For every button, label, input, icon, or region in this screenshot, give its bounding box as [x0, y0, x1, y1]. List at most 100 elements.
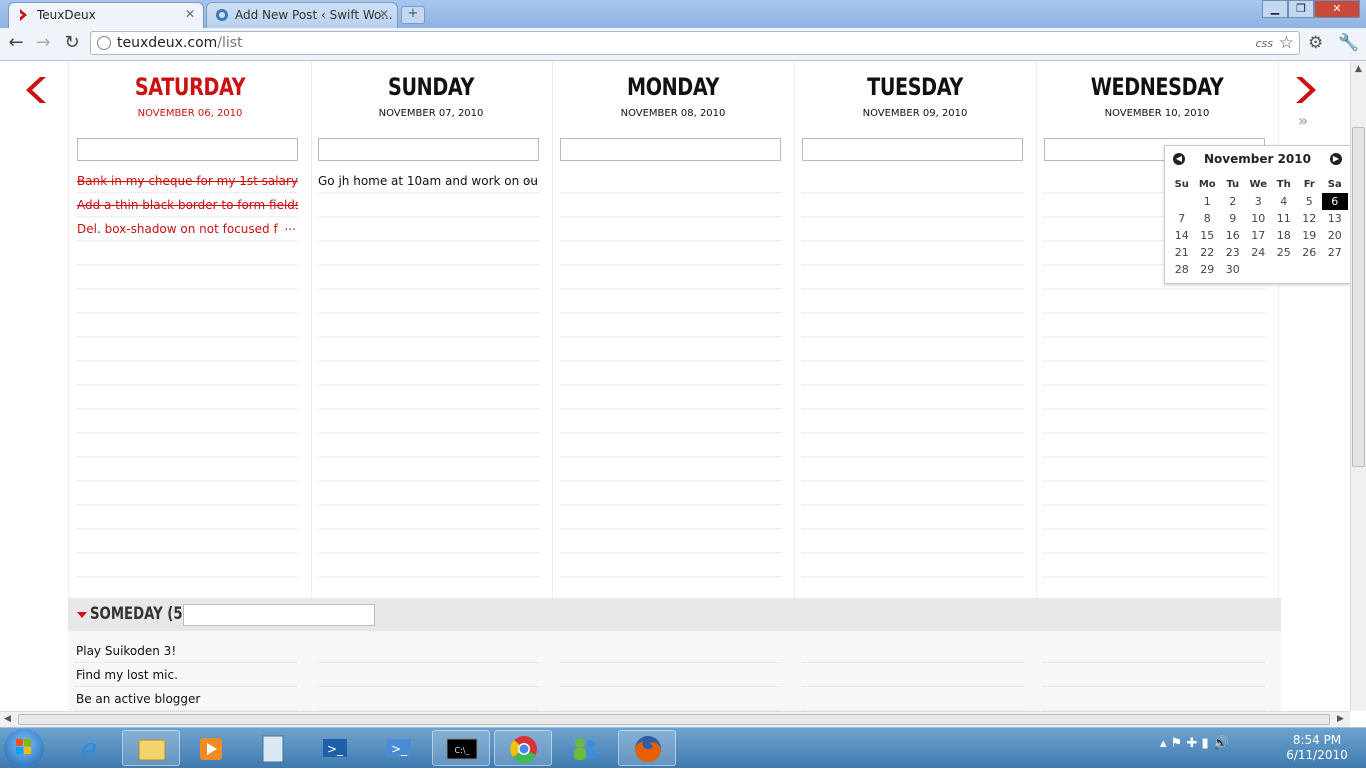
empty-todo-line[interactable]: [802, 313, 1023, 337]
empty-todo-line[interactable]: [802, 265, 1023, 289]
maximize-button[interactable]: ❐: [1288, 0, 1314, 18]
empty-todo-line[interactable]: [560, 313, 781, 337]
scroll-right-icon[interactable]: ▶: [1337, 714, 1344, 724]
empty-todo-line[interactable]: [560, 457, 781, 481]
someday-item[interactable]: Play Suikoden 3!: [76, 639, 297, 663]
empty-todo-line[interactable]: [802, 289, 1023, 313]
empty-someday-line[interactable]: [1044, 639, 1265, 663]
internet-explorer-icon[interactable]: e: [60, 730, 118, 766]
new-todo-input[interactable]: [802, 138, 1023, 161]
calendar-day[interactable]: 14: [1169, 227, 1195, 244]
empty-todo-line[interactable]: [77, 361, 298, 385]
calendar-day[interactable]: 19: [1297, 227, 1323, 244]
calendar-day[interactable]: 28: [1169, 261, 1195, 278]
empty-todo-line[interactable]: [1044, 529, 1265, 553]
system-clock[interactable]: 8:54 PM 6/11/2010: [1282, 733, 1352, 763]
empty-todo-line[interactable]: [560, 553, 781, 577]
empty-todo-line[interactable]: [318, 337, 539, 361]
start-button[interactable]: [4, 729, 44, 767]
todo-item[interactable]: Go jh home at 10am and work on ou...: [318, 169, 539, 193]
new-tab-button[interactable]: +: [401, 6, 425, 24]
messenger-icon[interactable]: [556, 730, 614, 766]
empty-someday-line[interactable]: [1044, 663, 1265, 687]
empty-someday-line[interactable]: [802, 639, 1023, 663]
calendar-day[interactable]: 6: [1322, 193, 1348, 210]
calendar-day[interactable]: 8: [1195, 210, 1221, 227]
css-badge[interactable]: css: [1255, 37, 1273, 50]
empty-todo-line[interactable]: [802, 361, 1023, 385]
empty-todo-line[interactable]: [77, 481, 298, 505]
empty-todo-line[interactable]: [318, 217, 539, 241]
calendar-day[interactable]: 10: [1246, 210, 1272, 227]
empty-someday-line[interactable]: [318, 663, 539, 687]
empty-todo-line[interactable]: [802, 169, 1023, 193]
calendar-day[interactable]: 27: [1322, 244, 1348, 261]
tab-add-new-post[interactable]: Add New Post ‹ Swift Wo... ✕: [206, 2, 398, 28]
empty-someday-line[interactable]: [318, 639, 539, 663]
calendar-day[interactable]: 23: [1220, 244, 1246, 261]
new-todo-input[interactable]: [318, 138, 539, 161]
calendar-day[interactable]: 2: [1220, 193, 1246, 210]
explorer-folder-icon[interactable]: [122, 730, 180, 766]
todo-item[interactable]: Del. box-shadow on not focused f...: [77, 217, 298, 241]
previous-days-arrow-icon[interactable]: [24, 75, 50, 105]
empty-todo-line[interactable]: [318, 505, 539, 529]
horizontal-scrollbar[interactable]: ◀ ▶: [0, 711, 1350, 727]
empty-todo-line[interactable]: [318, 241, 539, 265]
bookmark-star-icon[interactable]: ☆: [1279, 33, 1294, 53]
empty-todo-line[interactable]: [318, 481, 539, 505]
address-bar[interactable]: teuxdeux.com/list css ☆: [90, 31, 1300, 55]
back-icon[interactable]: ←: [6, 33, 26, 53]
empty-todo-line[interactable]: [77, 553, 298, 577]
extension-gear-icon[interactable]: ⚙: [1308, 33, 1323, 53]
calendar-day[interactable]: 5: [1297, 193, 1323, 210]
empty-todo-line[interactable]: [77, 385, 298, 409]
todo-item[interactable]: Bank in my cheque for my 1st salary!: [77, 169, 298, 193]
empty-todo-line[interactable]: [1044, 409, 1265, 433]
empty-todo-line[interactable]: [77, 529, 298, 553]
empty-todo-line[interactable]: [1044, 337, 1265, 361]
scroll-left-icon[interactable]: ◀: [4, 714, 11, 724]
empty-todo-line[interactable]: [802, 409, 1023, 433]
chrome-icon[interactable]: [494, 730, 552, 766]
someday-item[interactable]: Find my lost mic.: [76, 663, 297, 687]
empty-todo-line[interactable]: [318, 433, 539, 457]
calendar-next-month-icon[interactable]: ▶: [1330, 153, 1342, 165]
forward-icon[interactable]: →: [33, 33, 53, 53]
empty-todo-line[interactable]: [1044, 385, 1265, 409]
empty-todo-line[interactable]: [802, 529, 1023, 553]
todo-more-ellipsis[interactable]: ...: [526, 169, 537, 190]
new-todo-input[interactable]: [77, 138, 298, 161]
notepad-icon[interactable]: [244, 730, 302, 766]
empty-todo-line[interactable]: [560, 481, 781, 505]
calendar-day[interactable]: 15: [1195, 227, 1221, 244]
empty-todo-line[interactable]: [802, 433, 1023, 457]
calendar-day[interactable]: 18: [1271, 227, 1297, 244]
calendar-day[interactable]: 4: [1271, 193, 1297, 210]
empty-todo-line[interactable]: [560, 241, 781, 265]
next-days-arrow-icon[interactable]: [1292, 75, 1318, 105]
empty-todo-line[interactable]: [318, 385, 539, 409]
vertical-scroll-thumb[interactable]: [1352, 127, 1365, 467]
empty-todo-line[interactable]: [77, 433, 298, 457]
empty-todo-line[interactable]: [77, 505, 298, 529]
someday-item[interactable]: Be an active blogger: [76, 687, 297, 711]
empty-todo-line[interactable]: [560, 289, 781, 313]
calendar-day[interactable]: 20: [1322, 227, 1348, 244]
empty-todo-line[interactable]: [802, 193, 1023, 217]
empty-todo-line[interactable]: [560, 337, 781, 361]
empty-todo-line[interactable]: [77, 457, 298, 481]
empty-todo-line[interactable]: [560, 385, 781, 409]
tab-close-icon[interactable]: ✕: [379, 7, 389, 21]
empty-todo-line[interactable]: [1044, 289, 1265, 313]
reload-icon[interactable]: ↻: [62, 33, 82, 53]
empty-todo-line[interactable]: [802, 481, 1023, 505]
system-tray[interactable]: ▴ ⚑ ✚ ▮ 🔊: [1160, 736, 1229, 751]
empty-todo-line[interactable]: [1044, 505, 1265, 529]
someday-input[interactable]: [183, 604, 375, 626]
empty-todo-line[interactable]: [802, 217, 1023, 241]
empty-todo-line[interactable]: [1044, 433, 1265, 457]
calendar-day[interactable]: 29: [1195, 261, 1221, 278]
empty-todo-line[interactable]: [77, 289, 298, 313]
empty-todo-line[interactable]: [318, 361, 539, 385]
